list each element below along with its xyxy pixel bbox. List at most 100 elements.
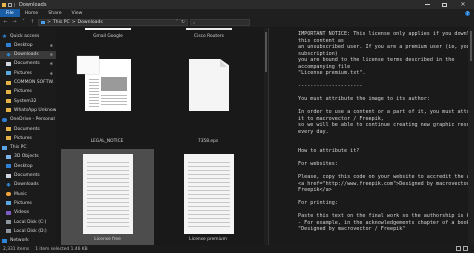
sidebar-item-label: Documents bbox=[14, 126, 40, 132]
objects-icon bbox=[6, 154, 11, 159]
sidebar-item-label: Pictures bbox=[14, 89, 32, 95]
file-name: Gmail Google bbox=[93, 34, 123, 39]
scroll-thumb[interactable] bbox=[470, 31, 472, 61]
sidebar-item[interactable]: Desktop ✱ bbox=[0, 41, 56, 49]
maximize-button[interactable] bbox=[437, 0, 451, 9]
minimize-button[interactable] bbox=[420, 0, 434, 9]
sidebar-item[interactable]: COMMON SOFTW. bbox=[0, 79, 56, 87]
sidebar-item-label: Documents bbox=[14, 61, 40, 67]
sidebar-item[interactable]: Network bbox=[0, 237, 56, 245]
back-button[interactable]: ← bbox=[2, 19, 9, 25]
sidebar-item[interactable]: Documents bbox=[0, 125, 56, 133]
sidebar-item-label: Network bbox=[10, 238, 29, 244]
sidebar-item[interactable]: OneDrive - Personal bbox=[0, 116, 56, 124]
ribbon-tabs: File Home Share View ? bbox=[0, 9, 474, 17]
sidebar-item-label: Local Disk (D:) bbox=[14, 228, 47, 234]
tab-home[interactable]: Home bbox=[20, 9, 44, 17]
drive-icon bbox=[6, 229, 11, 234]
tab-view[interactable]: View bbox=[67, 9, 88, 17]
folder-icon bbox=[6, 108, 11, 113]
divider bbox=[14, 2, 15, 7]
properties-icon[interactable] bbox=[8, 2, 12, 7]
sidebar-item[interactable]: WhatsApp Unknow bbox=[0, 106, 56, 114]
pin-icon: ✱ bbox=[49, 52, 53, 58]
quick-access-toolbar bbox=[2, 2, 15, 7]
recent-locations-button[interactable]: ˅ bbox=[20, 19, 27, 25]
text-lines bbox=[188, 159, 230, 229]
sidebar-item-label: Pictures bbox=[14, 135, 32, 141]
drive-icon bbox=[6, 220, 11, 224]
sidebar-item-label: Documents bbox=[14, 173, 40, 178]
sidebar-item[interactable]: This PC bbox=[0, 144, 56, 152]
window-title: Downloads bbox=[19, 1, 47, 8]
path-separator: > bbox=[47, 19, 51, 25]
path-separator: > bbox=[71, 19, 76, 25]
pin-icon: ✱ bbox=[49, 61, 53, 67]
file-tile[interactable]: 7358.eps bbox=[162, 53, 254, 148]
pc-icon bbox=[41, 20, 45, 24]
file-tile[interactable]: LEGAL_NOTICE bbox=[61, 53, 153, 148]
sidebar-item[interactable]: 3D Objects bbox=[0, 153, 56, 161]
preview-line: you are bound to the license terms descr… bbox=[298, 57, 455, 63]
help-icon[interactable]: ? bbox=[465, 10, 470, 16]
sidebar-item-label: COMMON SOFTW. bbox=[14, 80, 54, 85]
sidebar-item-label: Pictures bbox=[14, 200, 32, 206]
file-tile[interactable]: Cisco Routers bbox=[178, 28, 240, 43]
sidebar-item-label: Music bbox=[14, 191, 27, 197]
search-input[interactable]: ⌕ bbox=[190, 18, 250, 26]
sidebar-item[interactable]: Documents ✱ bbox=[0, 60, 56, 68]
sidebar-item[interactable]: Quick access bbox=[0, 32, 56, 40]
sidebar-item[interactable]: Local Disk (C:) bbox=[0, 218, 56, 226]
preview-line: Please, copy this code on your website t… bbox=[298, 174, 468, 180]
sidebar-item[interactable]: Documents bbox=[0, 172, 56, 180]
documents-icon bbox=[6, 173, 11, 178]
chevron-down-icon[interactable]: ˅ bbox=[176, 20, 178, 25]
preview-line: "Designed by macrovector / Freepik" bbox=[298, 226, 406, 232]
up-button[interactable]: ↑ bbox=[29, 19, 36, 25]
folder-icon bbox=[6, 136, 11, 141]
documents-icon bbox=[6, 61, 11, 66]
large-icons-view-icon[interactable] bbox=[463, 246, 468, 251]
sidebar-item[interactable]: Pictures bbox=[0, 88, 56, 96]
close-button[interactable]: ✕ bbox=[456, 0, 470, 9]
sidebar-item[interactable]: Pictures ✱ bbox=[0, 69, 56, 77]
tab-file[interactable]: File bbox=[0, 9, 20, 17]
sidebar-item[interactable]: Music bbox=[0, 190, 56, 198]
scroll-thumb[interactable] bbox=[265, 32, 267, 72]
sidebar-item[interactable]: Pictures bbox=[0, 199, 56, 207]
sidebar-item-label: OneDrive - Personal bbox=[10, 117, 55, 123]
sidebar-item-label: Desktop bbox=[14, 163, 33, 169]
maximize-icon bbox=[441, 2, 447, 7]
breadcrumb-downloads[interactable]: Downloads bbox=[78, 20, 103, 25]
preview-line: IMPORTANT NOTICE: This license only appl… bbox=[298, 31, 468, 37]
sidebar-item[interactable]: Desktop bbox=[0, 162, 56, 170]
sidebar-item-label: 3D Objects bbox=[14, 154, 39, 160]
breadcrumb-this-pc[interactable]: This PC bbox=[53, 20, 70, 25]
sidebar-item-label: WhatsApp Unknow bbox=[14, 107, 56, 113]
network-icon bbox=[2, 238, 7, 243]
details-view-icon[interactable] bbox=[456, 246, 461, 251]
file-tile[interactable]: Gmail Google bbox=[77, 28, 139, 43]
sidebar-item[interactable]: Pictures bbox=[0, 134, 56, 142]
pc-icon bbox=[2, 145, 7, 150]
sidebar-item[interactable]: Downloads bbox=[0, 181, 56, 189]
file-thumbnail bbox=[85, 28, 131, 30]
preview-line: an unsubscribed user. If you are a premi… bbox=[298, 44, 468, 50]
file-name: License free bbox=[94, 237, 121, 242]
file-name: LEGAL_NOTICE bbox=[90, 139, 124, 144]
sidebar-item-label: Desktop bbox=[14, 42, 33, 48]
file-tile-selected[interactable]: License free bbox=[61, 149, 154, 245]
sidebar-item[interactable]: Videos bbox=[0, 209, 56, 217]
folder-icon bbox=[2, 2, 6, 7]
address-field[interactable]: > This PC > Downloads ˅ ↻ bbox=[38, 18, 188, 26]
navigation-pane: Quick access Desktop ✱ Downloads ✱ Documents ✱… bbox=[0, 28, 56, 245]
tab-share[interactable]: Share bbox=[43, 9, 66, 17]
preview-scrollbar[interactable] bbox=[468, 28, 474, 245]
sidebar-item[interactable]: System32 bbox=[0, 97, 56, 105]
sidebar-item[interactable]: Local Disk (D:) bbox=[0, 227, 56, 235]
refresh-icon[interactable]: ↻ bbox=[181, 20, 185, 25]
sidebar-item[interactable]: Downloads ✱ bbox=[0, 50, 56, 59]
forward-button[interactable]: → bbox=[11, 19, 18, 25]
file-tile[interactable]: License premium bbox=[162, 149, 254, 245]
file-thumbnail bbox=[77, 56, 131, 111]
